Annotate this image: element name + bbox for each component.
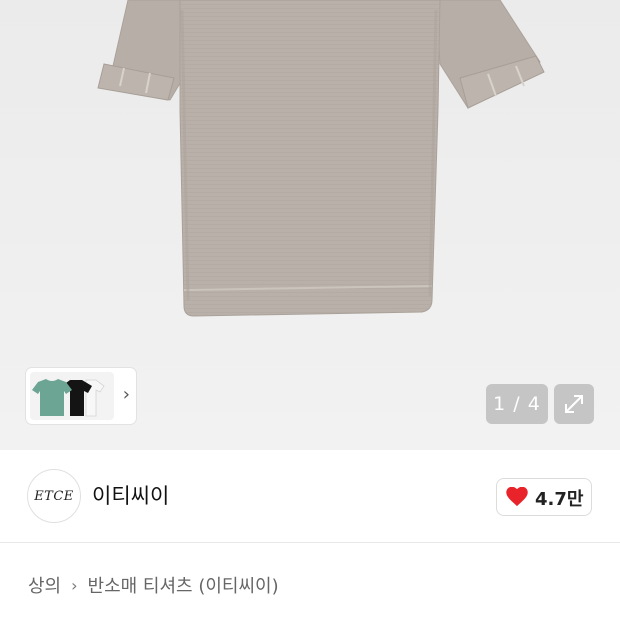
image-page-counter: 1 / 4 [486, 384, 548, 424]
breadcrumb-item-subcategory[interactable]: 반소매 티셔츠 (이티씨이) [88, 572, 279, 598]
like-count: 4.7만 [535, 489, 584, 510]
brand-name[interactable]: 이티씨이 [92, 480, 169, 510]
breadcrumb: 상의 › 반소매 티셔츠 (이티씨이) [28, 572, 279, 598]
brand-row: ETCE 이티씨이 4.7만 [0, 450, 620, 543]
brand-logo-text: ETCE [34, 488, 74, 504]
product-image[interactable]: › 1 / 4 [0, 0, 620, 450]
product-detail-page: › 1 / 4 ETCE 이티씨이 4.7만 상의 › 반소매 티셔츠 (이티씨… [0, 0, 620, 620]
expand-image-button[interactable] [554, 384, 594, 424]
expand-arrows-icon [565, 395, 583, 413]
color-thumbnails[interactable]: › [26, 368, 136, 424]
like-button[interactable]: 4.7만 [496, 478, 592, 516]
breadcrumb-item-category[interactable]: 상의 [28, 572, 61, 598]
chevron-right-icon[interactable]: › [123, 384, 130, 406]
brand-logo[interactable]: ETCE [27, 469, 81, 523]
breadcrumb-separator-icon: › [71, 575, 78, 595]
heart-icon [506, 487, 528, 507]
color-swatch-thumbnails [32, 379, 105, 417]
thumbnail-images[interactable] [30, 372, 114, 420]
